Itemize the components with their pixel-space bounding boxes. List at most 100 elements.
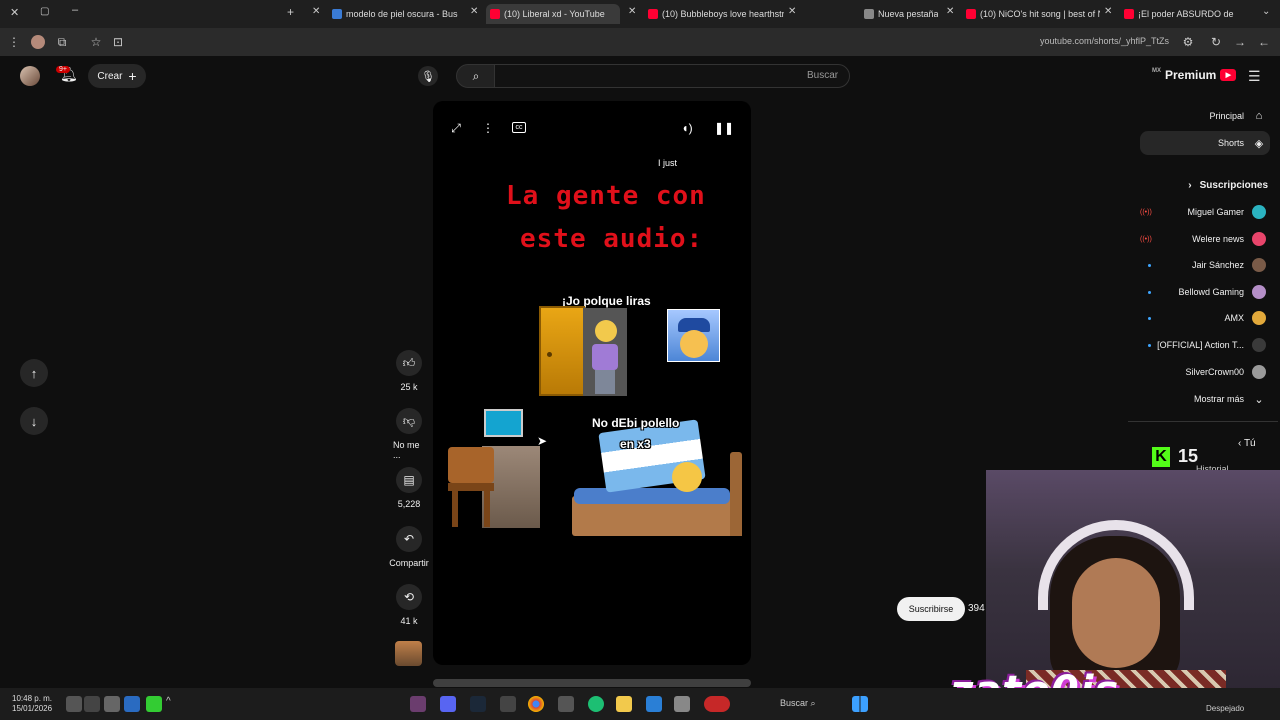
hamburger-menu-icon[interactable]: ☰ (1248, 68, 1261, 85)
chevron-up-icon[interactable]: ^ (166, 696, 182, 712)
close-window-icon[interactable]: ✕ (10, 6, 19, 19)
tray-icon[interactable] (66, 696, 82, 712)
comment-icon[interactable]: ▤ (396, 467, 422, 493)
back-icon[interactable]: ← (1256, 34, 1272, 50)
tray-icon[interactable] (104, 696, 120, 712)
reload-icon[interactable]: ↻ (1208, 34, 1224, 50)
audio-thumbnail[interactable] (395, 641, 422, 666)
profile-icon[interactable] (30, 34, 46, 50)
tray-icon[interactable] (84, 696, 100, 712)
chair-leg (484, 491, 490, 527)
tab-close-icon[interactable]: ✕ (470, 6, 478, 17)
you-section-heading[interactable]: ‹ Tú (1238, 438, 1256, 449)
voice-search-icon[interactable]: 🎙︎ (418, 66, 438, 86)
file-explorer-icon[interactable] (616, 696, 632, 712)
tab-search-icon[interactable]: ⌄ (1262, 6, 1270, 17)
tab-close-icon[interactable]: ✕ (628, 6, 636, 17)
remix-icon[interactable]: ⟲ (396, 584, 422, 610)
menu-dots-icon[interactable]: ⋮ (6, 34, 22, 50)
guide-item-principal[interactable]: Principal ⌂ (1140, 104, 1270, 128)
tab-bing-search[interactable]: modelo de piel oscura - Buscar (328, 4, 458, 24)
thumbs-up-icon[interactable]: 👍︎ (396, 350, 422, 376)
share-icon[interactable]: ↶ (396, 526, 422, 552)
subscription-item[interactable]: [OFFICIAL] Action T... (1140, 333, 1270, 357)
captions-icon[interactable]: cc (512, 122, 526, 133)
windows-start-icon[interactable] (852, 696, 868, 712)
search-input[interactable] (494, 64, 850, 88)
meme-caption-bed-2: en x3 (620, 437, 651, 451)
subscription-item[interactable]: AMX (1140, 306, 1270, 330)
arrow-up-icon: ↑ (30, 365, 38, 381)
calculator-icon[interactable] (558, 696, 574, 712)
youtube-premium-logo[interactable]: MX Premium ▶ (1152, 68, 1237, 82)
youtube-favicon-icon (648, 9, 658, 19)
thumbs-down-icon[interactable]: 👎︎ (396, 408, 422, 434)
kick-logo-icon: K (1152, 446, 1170, 467)
share-action[interactable]: ↶ Compartir (388, 526, 430, 568)
like-count: 25 k (400, 382, 418, 392)
edge-icon[interactable] (588, 696, 604, 712)
forward-icon[interactable]: → (1232, 34, 1248, 50)
create-button[interactable]: Crear + (88, 64, 146, 88)
clock-date: 15/01/2026 (12, 704, 53, 713)
subscription-item[interactable]: ((•)) Miguel Gamer (1140, 200, 1270, 224)
app-icon[interactable] (674, 696, 690, 712)
tab-label: modelo de piel oscura - Buscar (346, 9, 458, 19)
restore-window-icon[interactable]: ▢ (40, 6, 49, 17)
previous-short-button[interactable]: ↑ (20, 359, 48, 387)
pause-icon[interactable]: ❚❚ (714, 120, 734, 136)
video-progress-bar[interactable] (433, 679, 751, 687)
subscriptions-heading[interactable]: › Suscripciones (1188, 180, 1268, 191)
subscription-label: Welere news (1192, 234, 1244, 244)
tab-close-icon[interactable]: ✕ (1104, 6, 1112, 17)
tab-el-poder-absurdo[interactable]: ¡El poder ABSURDO de (1120, 4, 1252, 24)
subscription-item[interactable]: Bellowd Gaming (1140, 280, 1270, 304)
tab-bubbleboys[interactable]: (10) Bubbleboys love hearthstr (644, 4, 784, 24)
dislike-action[interactable]: 👎︎ No me ... (393, 408, 425, 460)
subscription-item[interactable]: Jair Sánchez (1140, 253, 1270, 277)
show-more-item[interactable]: Mostrar más ⌄ (1140, 387, 1270, 411)
remix-action[interactable]: ⟲ 41 k (393, 584, 425, 626)
tab-close-icon[interactable]: ✕ (946, 6, 954, 17)
new-tab-icon[interactable]: + (287, 5, 294, 19)
minimize-window-icon[interactable]: – (72, 4, 78, 16)
address-bar[interactable]: youtube.com/shorts/_yhflP_TtZs (1040, 36, 1169, 46)
tray-icon[interactable] (146, 696, 162, 712)
like-action[interactable]: 👍︎ 25 k (393, 350, 425, 392)
guide-item-shorts[interactable]: Shorts ◈ (1140, 131, 1270, 155)
subscribe-button[interactable]: Suscribirse (897, 597, 965, 621)
tab-close-icon[interactable]: ✕ (788, 6, 796, 17)
steam-icon[interactable] (470, 696, 486, 712)
tab-liberal-xd[interactable]: (10) Liberal xd - YouTube (486, 4, 620, 24)
taskbar-search[interactable]: Buscar ⌕ (780, 698, 816, 709)
tab-nicos-hit-song[interactable]: (10) NiCO's hit song | best of Ni (962, 4, 1100, 24)
police-face (680, 330, 708, 358)
taskbar-clock[interactable]: 10:48 p. m. 15/01/2026 (12, 694, 52, 714)
tray-icon[interactable] (124, 696, 140, 712)
subscription-item[interactable]: ((•)) Welere news (1140, 227, 1270, 251)
avatar[interactable] (20, 66, 40, 86)
subscription-item[interactable]: SilverCrown00 (1140, 360, 1270, 384)
obs-icon[interactable] (410, 696, 426, 712)
chili-icon[interactable] (704, 696, 730, 712)
app-icon[interactable] (646, 696, 662, 712)
chrome-icon[interactable] (528, 696, 544, 712)
comments-action[interactable]: ▤ 5,228 (393, 467, 425, 509)
weather-widget[interactable]: Despejado (1206, 704, 1244, 713)
tab-close-icon[interactable]: ✕ (312, 6, 320, 17)
search-button[interactable]: ⌕ (456, 64, 496, 88)
extensions-icon[interactable]: ⧉ (54, 34, 70, 50)
next-short-button[interactable]: ↓ (20, 407, 48, 435)
bookmark-star-icon[interactable]: ☆ (88, 34, 104, 50)
tab-new-tab[interactable]: Nueva pestaña (860, 4, 938, 24)
site-info-icon[interactable]: ⚙ (1180, 34, 1196, 50)
fullscreen-icon[interactable]: ⤢ (448, 120, 464, 136)
volume-icon[interactable]: ◖) (679, 120, 695, 136)
shorts-icon: ◈ (1254, 137, 1264, 150)
screenshot-icon[interactable]: ⊡ (110, 34, 126, 50)
discord-icon[interactable] (440, 696, 456, 712)
youtube-favicon-icon (490, 9, 500, 19)
arrow-down-icon: ↓ (30, 413, 38, 429)
app-icon[interactable] (500, 696, 516, 712)
more-options-icon[interactable]: ⋮ (480, 120, 496, 136)
